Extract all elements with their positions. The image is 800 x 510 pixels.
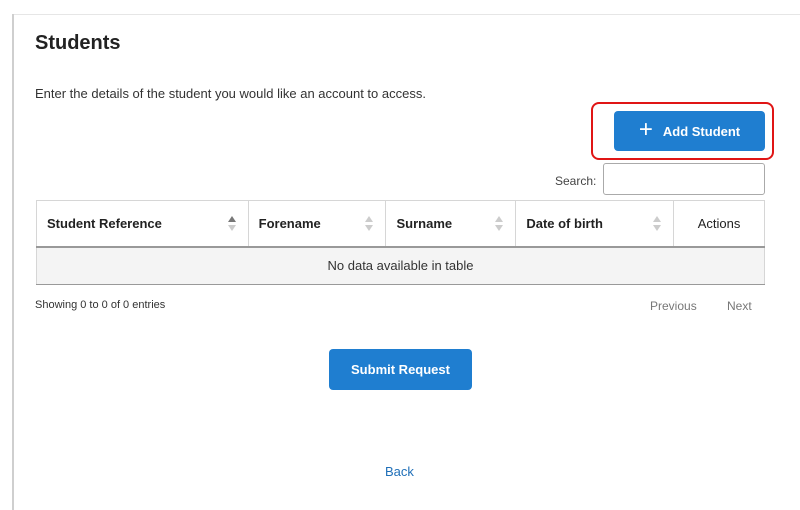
entries-info: Showing 0 to 0 of 0 entries	[35, 299, 166, 311]
left-divider	[12, 14, 14, 510]
table-row: No data available in table	[36, 246, 765, 285]
page-title: Students	[35, 32, 121, 54]
sort-icon	[653, 216, 662, 232]
sort-icon	[495, 216, 504, 232]
submit-request-button[interactable]: Submit Request	[329, 349, 472, 390]
add-student-label: Add Student	[662, 123, 741, 139]
students-table: Student Reference Forename Surname Date …	[36, 200, 765, 285]
column-header-student-reference[interactable]: Student Reference	[36, 200, 249, 248]
pagination-next[interactable]: Next	[727, 299, 752, 313]
column-header-actions: Actions	[673, 200, 765, 248]
column-header-date-of-birth[interactable]: Date of birth	[515, 200, 675, 248]
table-header-row: Student Reference Forename Surname Date …	[36, 200, 765, 248]
empty-table-message: No data available in table	[36, 246, 765, 285]
intro-text: Enter the details of the student you wou…	[35, 86, 426, 101]
search-input[interactable]	[603, 163, 765, 195]
sort-ascending-icon	[227, 216, 236, 232]
back-link[interactable]: Back	[385, 464, 414, 479]
pagination-previous[interactable]: Previous	[650, 299, 697, 313]
sort-icon	[365, 216, 374, 232]
top-divider	[12, 14, 800, 15]
column-header-surname[interactable]: Surname	[385, 200, 517, 248]
search-label: Search:	[555, 174, 597, 188]
column-header-forename[interactable]: Forename	[247, 200, 387, 248]
add-student-button[interactable]: + Add Student	[614, 111, 765, 151]
plus-icon: +	[638, 116, 653, 143]
